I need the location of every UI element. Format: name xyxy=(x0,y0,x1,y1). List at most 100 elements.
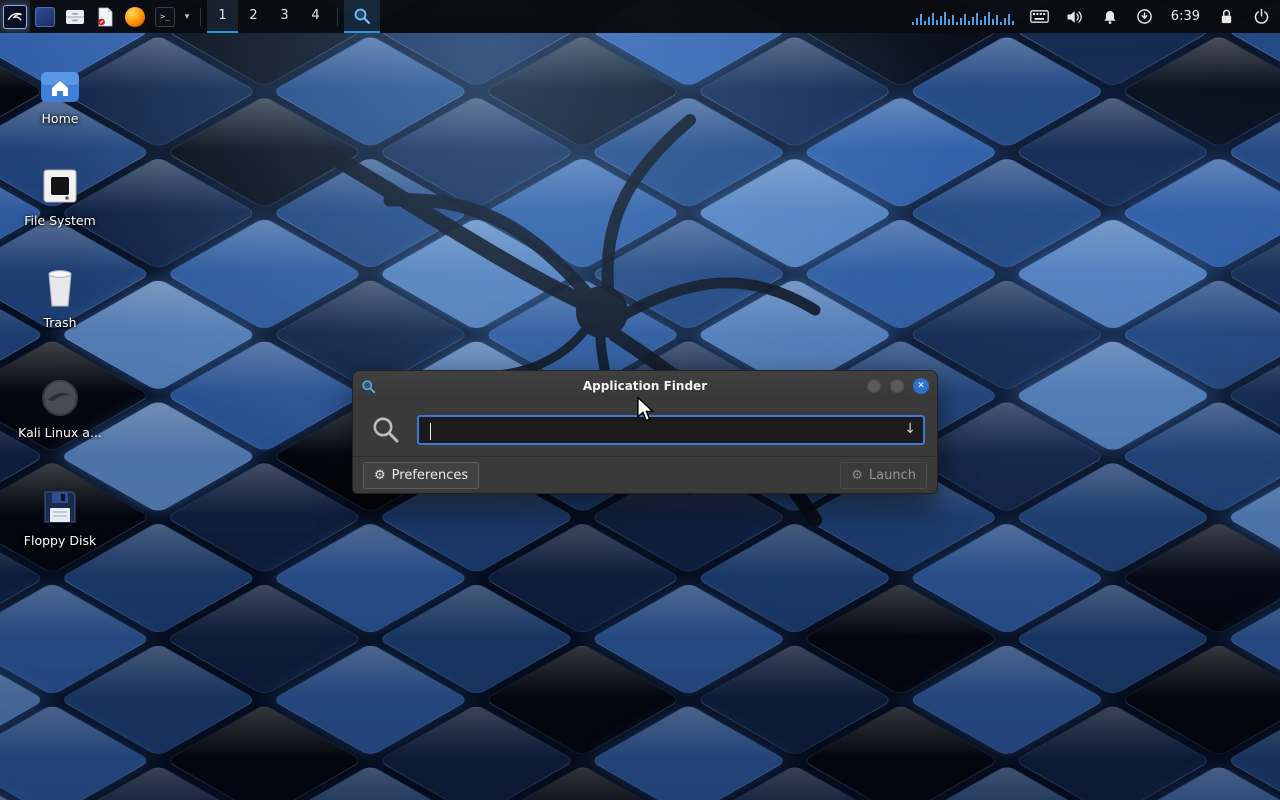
desktop-icon-home[interactable]: Home xyxy=(12,58,108,126)
launch-button[interactable]: ⚙ Launch xyxy=(840,462,927,489)
floppy-disk-icon xyxy=(12,480,108,526)
desktop-icon-label: Kali Linux a... xyxy=(12,425,108,440)
monitor-tick xyxy=(1012,21,1014,25)
search-entry: ↓ xyxy=(417,415,925,445)
gear-icon: ⚙ xyxy=(374,469,386,482)
search-row: ↓ xyxy=(353,401,937,458)
keyboard-indicator-icon[interactable] xyxy=(1029,0,1051,33)
panel-separator xyxy=(337,8,338,26)
preferences-button[interactable]: ⚙ Preferences xyxy=(363,462,479,489)
close-button[interactable]: ✕ xyxy=(913,378,929,394)
screen-lock-icon[interactable] xyxy=(1215,0,1237,33)
monitor-tick xyxy=(992,19,994,25)
kali-menu-button[interactable] xyxy=(0,0,30,33)
workspace-2[interactable]: 2 xyxy=(238,0,269,33)
workspace-3-label: 3 xyxy=(280,8,288,23)
text-editor-icon xyxy=(96,7,114,27)
monitor-tick xyxy=(996,15,998,25)
firefox-icon xyxy=(125,7,145,27)
file-manager-icon xyxy=(65,8,85,26)
monitor-tick xyxy=(944,12,946,25)
terminal-dropdown-chevron-icon[interactable]: ▾ xyxy=(180,0,194,33)
terminal-icon: >_ xyxy=(155,7,175,27)
application-finder-window: Application Finder ✕ ↓ ⚙ Preferences ⚙ L… xyxy=(352,370,938,494)
desktop-icon-label: File System xyxy=(12,213,108,228)
updates-icon[interactable] xyxy=(1134,0,1156,33)
window-controls: ✕ xyxy=(867,378,929,394)
minimize-button[interactable] xyxy=(867,379,881,393)
desktop-icon-file-system[interactable]: File System xyxy=(12,160,108,228)
desktop-icon-trash[interactable]: Trash xyxy=(12,262,108,330)
monitor-tick xyxy=(952,15,954,25)
monitor-tick xyxy=(920,14,922,25)
desktop-icon xyxy=(35,7,55,27)
workspace-3[interactable]: 3 xyxy=(269,0,300,33)
search-icon xyxy=(371,415,401,445)
desktop-icon-label: Home xyxy=(12,111,108,126)
launch-icon: ⚙ xyxy=(851,469,863,482)
window-footer: ⚙ Preferences ⚙ Launch xyxy=(353,456,937,493)
power-icon[interactable] xyxy=(1250,0,1272,33)
monitor-tick xyxy=(976,13,978,25)
firefox-launcher[interactable] xyxy=(120,0,150,33)
workspace-4[interactable]: 4 xyxy=(300,0,331,33)
clock[interactable]: 6:39 xyxy=(1169,9,1202,24)
close-icon: ✕ xyxy=(917,381,925,391)
titlebar[interactable]: Application Finder ✕ xyxy=(353,371,937,401)
desktop-icon-label: Trash xyxy=(12,315,108,330)
monitor-tick xyxy=(1008,14,1010,25)
monitor-tick xyxy=(928,17,930,25)
activity-monitor-applet[interactable] xyxy=(910,9,1016,25)
desktop-icon-label: Floppy Disk xyxy=(12,533,108,548)
workspace-1-label: 1 xyxy=(218,8,226,23)
preferences-label: Preferences xyxy=(392,468,468,483)
monitor-tick xyxy=(940,16,942,25)
panel-left-group: >_ ▾ 1 2 3 4 xyxy=(0,0,380,33)
window-title: Application Finder xyxy=(583,379,707,393)
dropdown-arrow-icon[interactable]: ↓ xyxy=(904,421,916,437)
file-manager-launcher[interactable] xyxy=(60,0,90,33)
text-caret xyxy=(430,423,431,440)
panel-right-group: 6:39 xyxy=(910,0,1280,33)
workspace-1[interactable]: 1 xyxy=(207,0,238,33)
volume-icon[interactable] xyxy=(1064,0,1086,33)
terminal-launcher[interactable]: >_ xyxy=(150,0,180,33)
monitor-tick xyxy=(960,18,962,25)
top-panel: >_ ▾ 1 2 3 4 6:39 xyxy=(0,0,1280,33)
monitor-tick xyxy=(916,18,918,25)
monitor-tick xyxy=(1004,18,1006,25)
show-desktop-button[interactable] xyxy=(30,0,60,33)
monitor-tick xyxy=(984,16,986,25)
panel-separator xyxy=(200,8,201,26)
workspace-2-label: 2 xyxy=(249,8,257,23)
monitor-tick xyxy=(988,12,990,25)
workspace-4-label: 4 xyxy=(311,8,319,23)
monitor-tick xyxy=(948,19,950,25)
home-icon xyxy=(12,58,108,104)
trash-icon xyxy=(12,262,108,308)
monitor-tick xyxy=(936,20,938,25)
kali-logo-icon xyxy=(3,5,27,29)
kali-docs-icon xyxy=(12,372,108,418)
monitor-tick xyxy=(924,21,926,25)
monitor-tick xyxy=(1000,22,1002,25)
launch-label: Launch xyxy=(869,468,916,483)
window-icon xyxy=(361,379,376,394)
monitor-tick xyxy=(912,22,914,25)
taskbar-application-finder[interactable] xyxy=(344,0,380,33)
monitor-tick xyxy=(968,21,970,25)
file-system-icon xyxy=(12,160,108,206)
monitor-tick xyxy=(980,20,982,25)
monitor-tick xyxy=(932,13,934,25)
monitor-tick xyxy=(964,14,966,25)
application-finder-task-icon xyxy=(353,7,371,25)
monitor-tick xyxy=(956,22,958,25)
search-input[interactable] xyxy=(419,417,923,443)
text-editor-launcher[interactable] xyxy=(90,0,120,33)
clock-label: 6:39 xyxy=(1171,9,1200,24)
desktop-icon-floppy-disk[interactable]: Floppy Disk xyxy=(12,480,108,548)
monitor-tick xyxy=(972,17,974,25)
maximize-button[interactable] xyxy=(890,379,904,393)
notifications-bell-icon[interactable] xyxy=(1099,0,1121,33)
desktop-icon-kali-docs[interactable]: Kali Linux a... xyxy=(12,372,108,440)
